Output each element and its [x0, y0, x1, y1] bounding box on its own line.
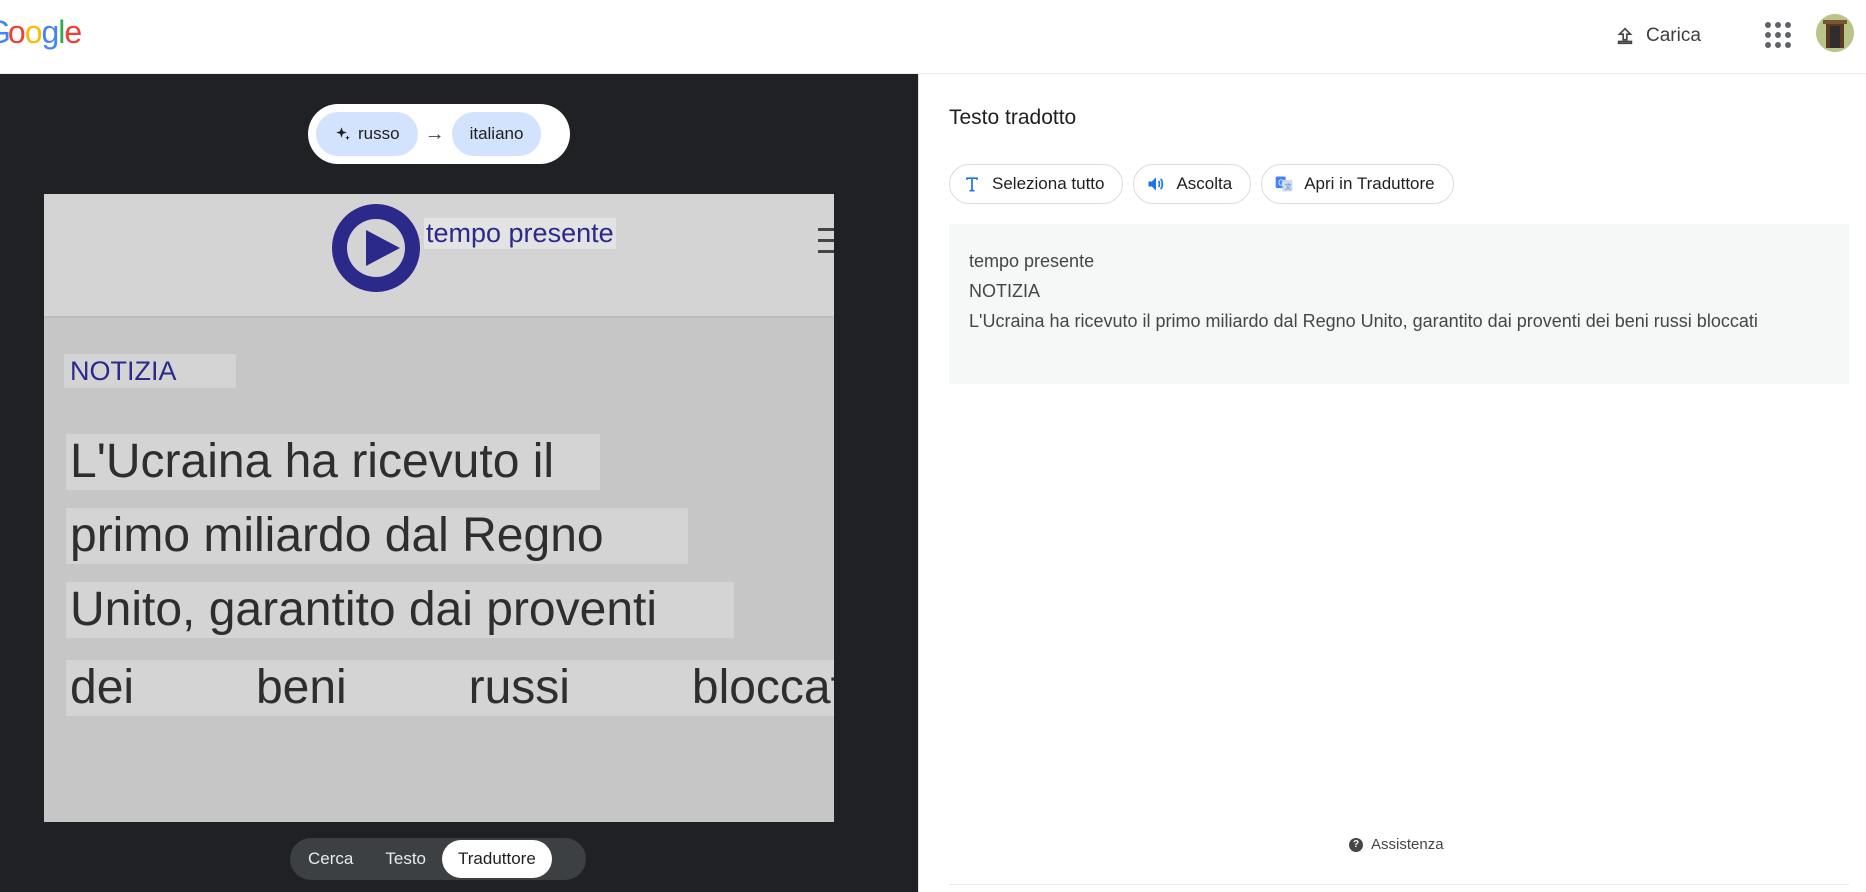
source-language-label: russo: [358, 124, 400, 143]
overlay-site-name[interactable]: tempo presente: [424, 218, 616, 249]
image-header-strip: tempo presente: [44, 194, 834, 318]
logo-letter: g: [41, 14, 59, 50]
logo-letter: o: [24, 14, 43, 50]
language-selector: russo → italiano: [308, 104, 570, 164]
open-translator-button[interactable]: G文 Apri in Traduttore: [1261, 164, 1454, 204]
logo-letter: o: [7, 14, 26, 50]
overlay-word: dei: [70, 661, 135, 714]
menu-icon: [818, 228, 834, 261]
logo-letter: e: [64, 14, 82, 50]
sparkle-icon: [336, 127, 350, 140]
select-all-label: Seleziona tutto: [992, 174, 1105, 193]
listen-button[interactable]: Ascolta: [1133, 164, 1252, 204]
image-preview-panel: russo → italiano tempo presente NOTIZIA …: [0, 74, 918, 892]
open-translator-label: Apri in Traduttore: [1304, 174, 1435, 193]
translated-image[interactable]: tempo presente NOTIZIA L'Ucraina ha rice…: [44, 194, 834, 822]
translated-text-box[interactable]: tempo presente NOTIZIA L'Ucraina ha rice…: [949, 224, 1849, 384]
footer-divider: [949, 884, 1849, 892]
translated-line: tempo presente: [969, 251, 1095, 271]
source-language-chip[interactable]: russo: [316, 112, 418, 156]
top-bar: Google Carica: [0, 0, 1866, 74]
mode-traduttore[interactable]: Traduttore: [442, 840, 552, 878]
help-link[interactable]: ? Assistenza: [1349, 836, 1444, 853]
svg-text:G: G: [1278, 179, 1284, 188]
target-language-chip[interactable]: italiano: [451, 112, 542, 156]
listen-label: Ascolta: [1176, 174, 1233, 193]
mode-cerca[interactable]: Cerca: [292, 840, 369, 878]
avatar[interactable]: [1816, 14, 1854, 52]
upload-label: Carica: [1646, 25, 1701, 46]
upload-icon: [1617, 27, 1633, 45]
mode-switcher: Cerca Testo Traduttore: [290, 838, 586, 880]
speaker-icon: [1148, 177, 1164, 191]
text-t-icon: [966, 177, 978, 192]
translated-line: NOTIZIA: [969, 281, 1040, 301]
svg-text:文: 文: [1285, 182, 1292, 191]
action-row: Seleziona tutto Ascolta G文 Apri in Tradu…: [949, 164, 1454, 204]
overlay-section-label[interactable]: NOTIZIA: [64, 354, 236, 388]
overlay-word: bloccat: [691, 661, 834, 714]
translated-line: L'Ucraina ha ricevuto il primo miliardo …: [969, 311, 1758, 331]
google-logo[interactable]: Google: [0, 14, 82, 51]
overlay-word: beni: [255, 661, 347, 714]
arrow-right-icon: →: [424, 122, 445, 145]
overlay-word: russi: [468, 661, 570, 714]
overlay-headline-line[interactable]: primo miliardo dal Regno: [66, 508, 688, 564]
overlay-headline-line[interactable]: L'Ucraina ha ricevuto il: [66, 434, 600, 490]
google-translate-icon: G文: [1275, 176, 1293, 192]
translation-panel: Testo tradotto Seleziona tutto Ascolta G…: [918, 74, 1866, 892]
help-icon: ?: [1349, 837, 1363, 852]
help-label: Assistenza: [1371, 836, 1444, 853]
overlay-headline-line[interactable]: dei beni russi bloccat: [66, 660, 834, 716]
target-language-label: italiano: [469, 124, 524, 143]
avatar-image-icon: [1816, 14, 1854, 52]
site-logo-icon: [332, 204, 420, 292]
select-all-button[interactable]: Seleziona tutto: [949, 164, 1124, 204]
overlay-headline-line[interactable]: Unito, garantito dai proventi: [66, 582, 734, 638]
apps-grid-icon[interactable]: [1762, 19, 1792, 49]
upload-button[interactable]: Carica: [1604, 16, 1711, 56]
panel-title: Testo tradotto: [949, 106, 1077, 129]
mode-testo[interactable]: Testo: [369, 840, 442, 878]
